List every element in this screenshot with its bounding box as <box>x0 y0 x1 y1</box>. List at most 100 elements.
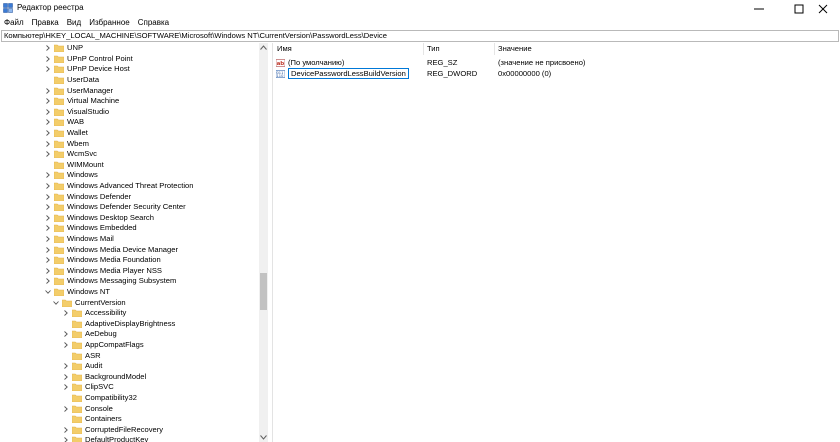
menu-file[interactable]: Файл <box>0 17 28 29</box>
chevron-right-icon[interactable] <box>44 266 52 276</box>
chevron-right-icon[interactable] <box>44 223 52 233</box>
tree-node-label: WcmSvc <box>67 149 97 159</box>
tree-node[interactable]: Windows Media Device Manager <box>44 244 178 255</box>
tree-node[interactable]: Console <box>62 403 113 414</box>
column-name-header[interactable]: Имя <box>274 43 424 55</box>
tree-node[interactable]: WAB <box>44 117 84 128</box>
chevron-right-icon[interactable] <box>62 425 70 435</box>
column-value-header[interactable]: Значение <box>495 43 695 55</box>
chevron-right-icon[interactable] <box>44 245 52 255</box>
tree-node[interactable]: AeDebug <box>62 329 117 340</box>
tree-node[interactable]: UNP <box>44 43 83 54</box>
tree-node[interactable]: Containers <box>62 414 122 425</box>
tree-scrollbar[interactable] <box>259 43 268 442</box>
tree-node-label: CurrentVersion <box>75 297 126 307</box>
tree-node[interactable]: Windows Advanced Threat Protection <box>44 181 194 192</box>
folder-icon <box>54 203 64 212</box>
tree-node[interactable]: Accessibility <box>62 308 126 319</box>
tree-node[interactable]: ClipSVC <box>62 382 114 393</box>
tree-node-label: Windows Media Device Manager <box>67 244 178 254</box>
chevron-right-icon[interactable] <box>44 255 52 265</box>
pane-splitter[interactable] <box>268 43 273 442</box>
close-button[interactable] <box>806 0 840 17</box>
menu-help[interactable]: Справка <box>134 17 173 29</box>
chevron-right-icon[interactable] <box>44 149 52 159</box>
tree-node[interactable]: Virtual Machine <box>44 96 119 107</box>
chevron-right-icon[interactable] <box>44 181 52 191</box>
tree-node[interactable]: Wallet <box>44 128 88 139</box>
chevron-right-icon[interactable] <box>44 86 52 96</box>
value-name-edit-input[interactable]: DevicePasswordLessBuildVersion <box>288 68 409 79</box>
tree-node[interactable]: Windows Defender <box>44 191 131 202</box>
tree-node[interactable]: Windows Media Player NSS <box>44 266 162 277</box>
tree-node[interactable]: CurrentVersion <box>52 297 126 308</box>
tree-node[interactable]: WcmSvc <box>44 149 97 160</box>
folder-icon <box>54 235 64 244</box>
tree-node[interactable]: Windows Mail <box>44 234 114 245</box>
tree-node[interactable]: UserData <box>44 75 99 86</box>
tree-node[interactable]: Windows <box>44 170 98 181</box>
chevron-right-icon[interactable] <box>44 43 52 53</box>
folder-icon <box>54 161 64 169</box>
chevron-right-icon[interactable] <box>62 340 70 350</box>
menu-favorites[interactable]: Избранное <box>85 17 134 29</box>
tree-node[interactable]: Audit <box>62 361 102 372</box>
chevron-right-icon[interactable] <box>44 54 52 64</box>
tree-node-label: UPnP Control Point <box>67 53 133 63</box>
tree-node[interactable]: DefaultProductKey <box>62 435 148 442</box>
tree-node[interactable]: ASR <box>62 350 101 361</box>
chevron-right-icon[interactable] <box>62 308 70 318</box>
tree-node[interactable]: UPnP Device Host <box>44 64 130 75</box>
tree-node[interactable]: AdaptiveDisplayBrightness <box>62 319 175 330</box>
scroll-thumb[interactable] <box>260 273 267 310</box>
chevron-right-icon[interactable] <box>44 234 52 244</box>
tree-node[interactable]: Windows Embedded <box>44 223 137 234</box>
chevron-right-icon[interactable] <box>62 404 70 414</box>
tree-node[interactable]: BackgroundModel <box>62 372 146 383</box>
chevron-right-icon[interactable] <box>44 64 52 74</box>
tree-node[interactable]: Windows Media Foundation <box>44 255 161 266</box>
svg-text:110: 110 <box>277 74 285 78</box>
menu-edit[interactable]: Правка <box>28 17 63 29</box>
tree-node[interactable]: Wbem <box>44 138 89 149</box>
chevron-right-icon[interactable] <box>44 139 52 149</box>
tree-node[interactable]: UserManager <box>44 85 113 96</box>
tree-node[interactable]: Compatibility32 <box>62 393 137 404</box>
list-header: Имя Тип Значение <box>274 43 840 55</box>
chevron-right-icon[interactable] <box>62 372 70 382</box>
chevron-right-icon[interactable] <box>62 382 70 392</box>
chevron-right-icon[interactable] <box>62 435 70 442</box>
tree-node-label: AppCompatFlags <box>85 340 144 350</box>
chevron-right-icon[interactable] <box>44 213 52 223</box>
tree-node[interactable]: WIMMount <box>44 160 104 171</box>
minimize-button[interactable] <box>742 0 776 17</box>
chevron-down-icon[interactable] <box>52 298 60 308</box>
tree-node[interactable]: Windows Defender Security Center <box>44 202 186 213</box>
chevron-right-icon[interactable] <box>62 329 70 339</box>
value-row[interactable]: ab (По умолчанию) REG_SZ (значение не пр… <box>274 57 840 68</box>
scroll-up-button[interactable] <box>259 43 268 52</box>
chevron-right-icon[interactable] <box>44 128 52 138</box>
address-bar[interactable]: Компьютер\HKEY_LOCAL_MACHINE\SOFTWARE\Mi… <box>1 30 839 42</box>
tree-node[interactable]: Windows NT <box>44 287 110 298</box>
chevron-right-icon[interactable] <box>44 202 52 212</box>
value-row[interactable]: 011 110 DevicePasswordLessBuildVersion R… <box>274 68 840 79</box>
chevron-right-icon[interactable] <box>44 170 52 180</box>
minimize-icon <box>754 8 764 9</box>
chevron-right-icon[interactable] <box>44 117 52 127</box>
column-type-header[interactable]: Тип <box>424 43 495 55</box>
chevron-right-icon[interactable] <box>62 361 70 371</box>
chevron-right-icon[interactable] <box>44 96 52 106</box>
tree-node[interactable]: AppCompatFlags <box>62 340 144 351</box>
chevron-right-icon[interactable] <box>44 192 52 202</box>
menu-view[interactable]: Вид <box>63 17 85 29</box>
tree-node[interactable]: Windows Messaging Subsystem <box>44 276 176 287</box>
chevron-right-icon[interactable] <box>44 107 52 117</box>
tree-node[interactable]: VisualStudio <box>44 107 109 118</box>
tree-node[interactable]: CorruptedFileRecovery <box>62 425 163 436</box>
tree-node[interactable]: UPnP Control Point <box>44 54 133 65</box>
tree-node[interactable]: Windows Desktop Search <box>44 213 154 224</box>
scroll-down-button[interactable] <box>259 433 268 442</box>
chevron-down-icon[interactable] <box>44 287 52 297</box>
chevron-right-icon[interactable] <box>44 276 52 286</box>
